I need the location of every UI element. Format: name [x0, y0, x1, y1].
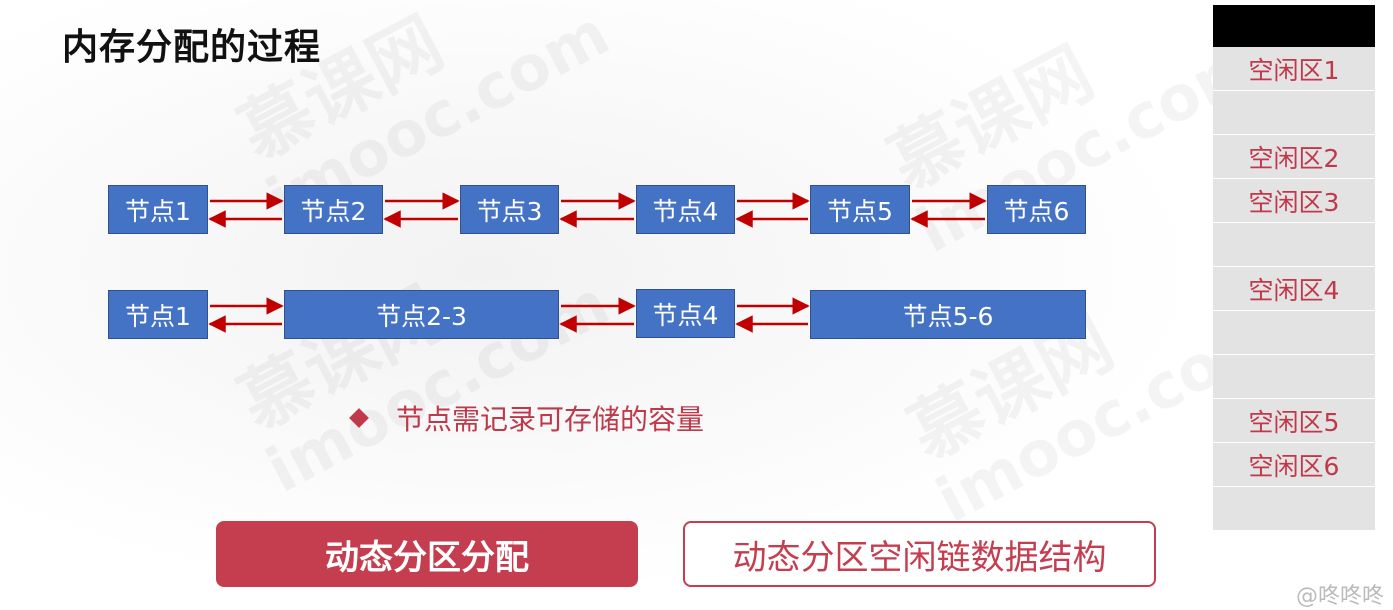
free-list-button[interactable]: 动态分区空闲链数据结构	[683, 521, 1156, 587]
memory-cell	[1213, 311, 1375, 355]
row2-node-1: 节点1	[108, 290, 208, 339]
row1-node-2: 节点2	[284, 185, 383, 234]
diamond-bullet-icon	[349, 408, 369, 428]
row1-node-4: 节点4	[636, 185, 735, 234]
row2-node-5-6: 节点5-6	[810, 290, 1086, 339]
memory-cell	[1213, 91, 1375, 135]
row1-node-3: 节点3	[460, 185, 559, 234]
credit-text: @咚咚咚	[1296, 584, 1385, 609]
row2-node-4: 节点4	[636, 289, 735, 338]
memory-cell	[1213, 223, 1375, 267]
bullet-point: 节点需记录可存储的容量	[346, 398, 704, 438]
memory-cell	[1213, 487, 1375, 531]
row1-node-6: 节点6	[987, 185, 1086, 234]
dynamic-alloc-button[interactable]: 动态分区分配	[216, 521, 638, 587]
memory-cell: 空闲区2	[1213, 135, 1375, 179]
memory-header	[1213, 5, 1375, 47]
memory-cell: 空闲区6	[1213, 443, 1375, 487]
memory-cell	[1213, 355, 1375, 399]
memory-cell: 空闲区3	[1213, 179, 1375, 223]
bullet-text: 节点需记录可存储的容量	[396, 403, 705, 436]
memory-cell: 空闲区4	[1213, 267, 1375, 311]
memory-column: 空闲区1 空闲区2 空闲区3 空闲区4 空闲区5 空闲区6	[1213, 5, 1375, 531]
memory-cell: 空闲区5	[1213, 399, 1375, 443]
memory-cell: 空闲区1	[1213, 47, 1375, 91]
row2-node-2-3: 节点2-3	[284, 290, 559, 339]
row1-node-5: 节点5	[810, 185, 910, 234]
row1-node-1: 节点1	[108, 185, 208, 234]
